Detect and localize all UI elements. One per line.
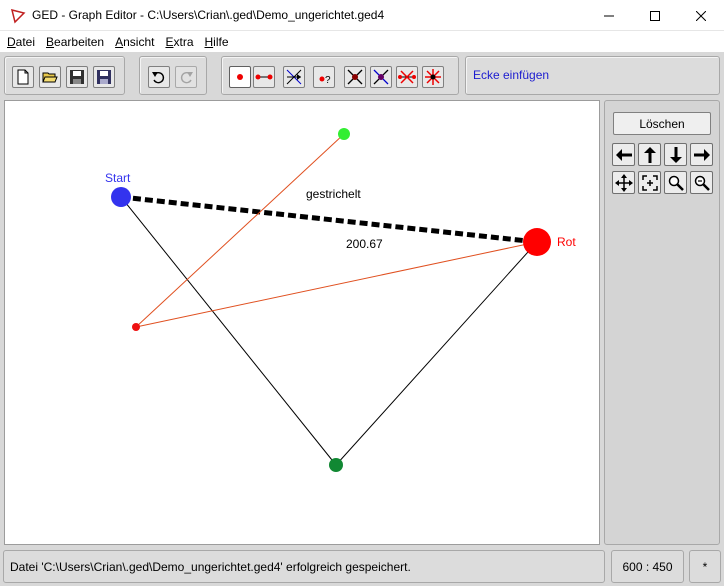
minimize-icon bbox=[604, 15, 614, 16]
save-as-icon bbox=[97, 70, 111, 84]
graph-canvas[interactable]: Start Rot gestrichelt 200.67 bbox=[4, 100, 600, 545]
zoom-in-button[interactable] bbox=[664, 171, 687, 194]
new-file-button[interactable] bbox=[12, 66, 34, 88]
vertex-start[interactable] bbox=[111, 187, 131, 207]
delete-vertex-alt-icon bbox=[373, 69, 389, 85]
arrow-down-icon bbox=[669, 146, 682, 163]
edge-red-small-rot[interactable] bbox=[135, 241, 538, 328]
vertex-properties-icon: ? bbox=[319, 75, 331, 85]
minimize-button[interactable] bbox=[586, 0, 632, 31]
save-as-button[interactable] bbox=[93, 66, 115, 88]
menu-bar: Datei Bearbeiten Ansicht Extra Hilfe bbox=[0, 31, 724, 52]
canvas-size-readout: 600 : 450 bbox=[611, 550, 684, 583]
undo-icon bbox=[152, 71, 165, 84]
insert-edge-button[interactable] bbox=[253, 66, 275, 88]
toolbar: ? Ecke einfügen bbox=[0, 53, 724, 98]
edge-start-green-bottom[interactable] bbox=[120, 196, 337, 466]
open-file-button[interactable] bbox=[39, 66, 61, 88]
maximize-button[interactable] bbox=[632, 0, 678, 31]
insert-vertex-button[interactable] bbox=[229, 66, 251, 88]
open-folder-icon bbox=[42, 72, 58, 83]
modified-indicator: * bbox=[689, 550, 721, 583]
delete-graph-button[interactable]: Löschen bbox=[613, 112, 711, 135]
scroll-up-button[interactable] bbox=[638, 143, 661, 166]
edge-start-rot-label: gestrichelt bbox=[306, 187, 361, 201]
scroll-left-button[interactable] bbox=[612, 143, 635, 166]
delete-all-button[interactable] bbox=[422, 66, 444, 88]
save-icon bbox=[70, 70, 84, 84]
vertex-rot[interactable] bbox=[523, 228, 551, 256]
arrow-right-icon bbox=[693, 148, 710, 161]
edge-red-small-green-top[interactable] bbox=[135, 133, 345, 328]
window-title: GED - Graph Editor - C:\Users\Crian\.ged… bbox=[32, 8, 385, 22]
vertex-red-small[interactable] bbox=[132, 323, 140, 331]
fit-view-button[interactable] bbox=[638, 171, 661, 194]
svg-text:?: ? bbox=[325, 75, 331, 85]
menu-datei[interactable]: Datei bbox=[5, 35, 37, 49]
delete-all-icon bbox=[425, 69, 441, 85]
vertex-green-top[interactable] bbox=[338, 128, 350, 140]
menu-hilfe[interactable]: Hilfe bbox=[203, 35, 231, 49]
menu-extra[interactable]: Extra bbox=[163, 35, 195, 49]
edge-start-rot-weight: 200.67 bbox=[346, 237, 383, 251]
insert-edge-icon bbox=[255, 74, 273, 80]
scroll-right-button[interactable] bbox=[690, 143, 713, 166]
vertex-rot-label: Rot bbox=[557, 235, 576, 249]
move-all-icon bbox=[614, 173, 633, 192]
close-icon bbox=[696, 10, 706, 21]
menu-bearbeiten[interactable]: Bearbeiten bbox=[44, 35, 106, 49]
graph-svg[interactable]: Start Rot gestrichelt 200.67 bbox=[5, 101, 599, 544]
navigation-panel: Löschen bbox=[604, 100, 720, 545]
delete-edge-icon bbox=[398, 70, 416, 84]
maximize-icon bbox=[650, 10, 660, 21]
edge-start-rot[interactable] bbox=[120, 194, 538, 245]
redo-icon bbox=[180, 71, 193, 84]
edge-green-bottom-rot[interactable] bbox=[335, 241, 538, 466]
zoom-out-icon bbox=[694, 175, 710, 191]
undo-button[interactable] bbox=[148, 66, 170, 88]
status-bar: Datei 'C:\Users\Crian\.ged\Demo_ungerich… bbox=[0, 548, 724, 586]
zoom-out-button[interactable] bbox=[690, 171, 713, 194]
arrow-up-icon bbox=[643, 146, 656, 163]
zoom-in-icon bbox=[668, 175, 684, 191]
redo-button[interactable] bbox=[175, 66, 197, 88]
app-icon bbox=[10, 8, 26, 24]
scroll-down-button[interactable] bbox=[664, 143, 687, 166]
close-button[interactable] bbox=[678, 0, 724, 31]
vertex-green-bottom[interactable] bbox=[329, 458, 343, 472]
mode-hint-text: Ecke einfügen bbox=[473, 68, 550, 82]
vertex-properties-button[interactable]: ? bbox=[313, 66, 335, 88]
fit-view-icon bbox=[641, 174, 658, 191]
delete-vertex-button[interactable] bbox=[344, 66, 366, 88]
arrow-left-icon bbox=[615, 148, 632, 161]
save-button[interactable] bbox=[66, 66, 88, 88]
history-toolbar-group bbox=[139, 56, 207, 95]
move-icon bbox=[286, 69, 302, 85]
delete-vertex-alt-button[interactable] bbox=[370, 66, 392, 88]
title-bar: GED - Graph Editor - C:\Users\Crian\.ged… bbox=[0, 0, 724, 31]
insert-vertex-icon bbox=[237, 74, 243, 80]
mode-toolbar-group: ? bbox=[221, 56, 459, 95]
delete-vertex-icon bbox=[347, 69, 363, 85]
move-all-button[interactable] bbox=[612, 171, 635, 194]
menu-ansicht[interactable]: Ansicht bbox=[113, 35, 156, 49]
delete-edge-button[interactable] bbox=[396, 66, 418, 88]
new-file-icon bbox=[17, 69, 29, 85]
move-button[interactable] bbox=[283, 66, 305, 88]
status-message: Datei 'C:\Users\Crian\.ged\Demo_ungerich… bbox=[3, 550, 605, 583]
file-toolbar-group bbox=[4, 56, 125, 95]
vertex-start-label: Start bbox=[105, 171, 131, 185]
